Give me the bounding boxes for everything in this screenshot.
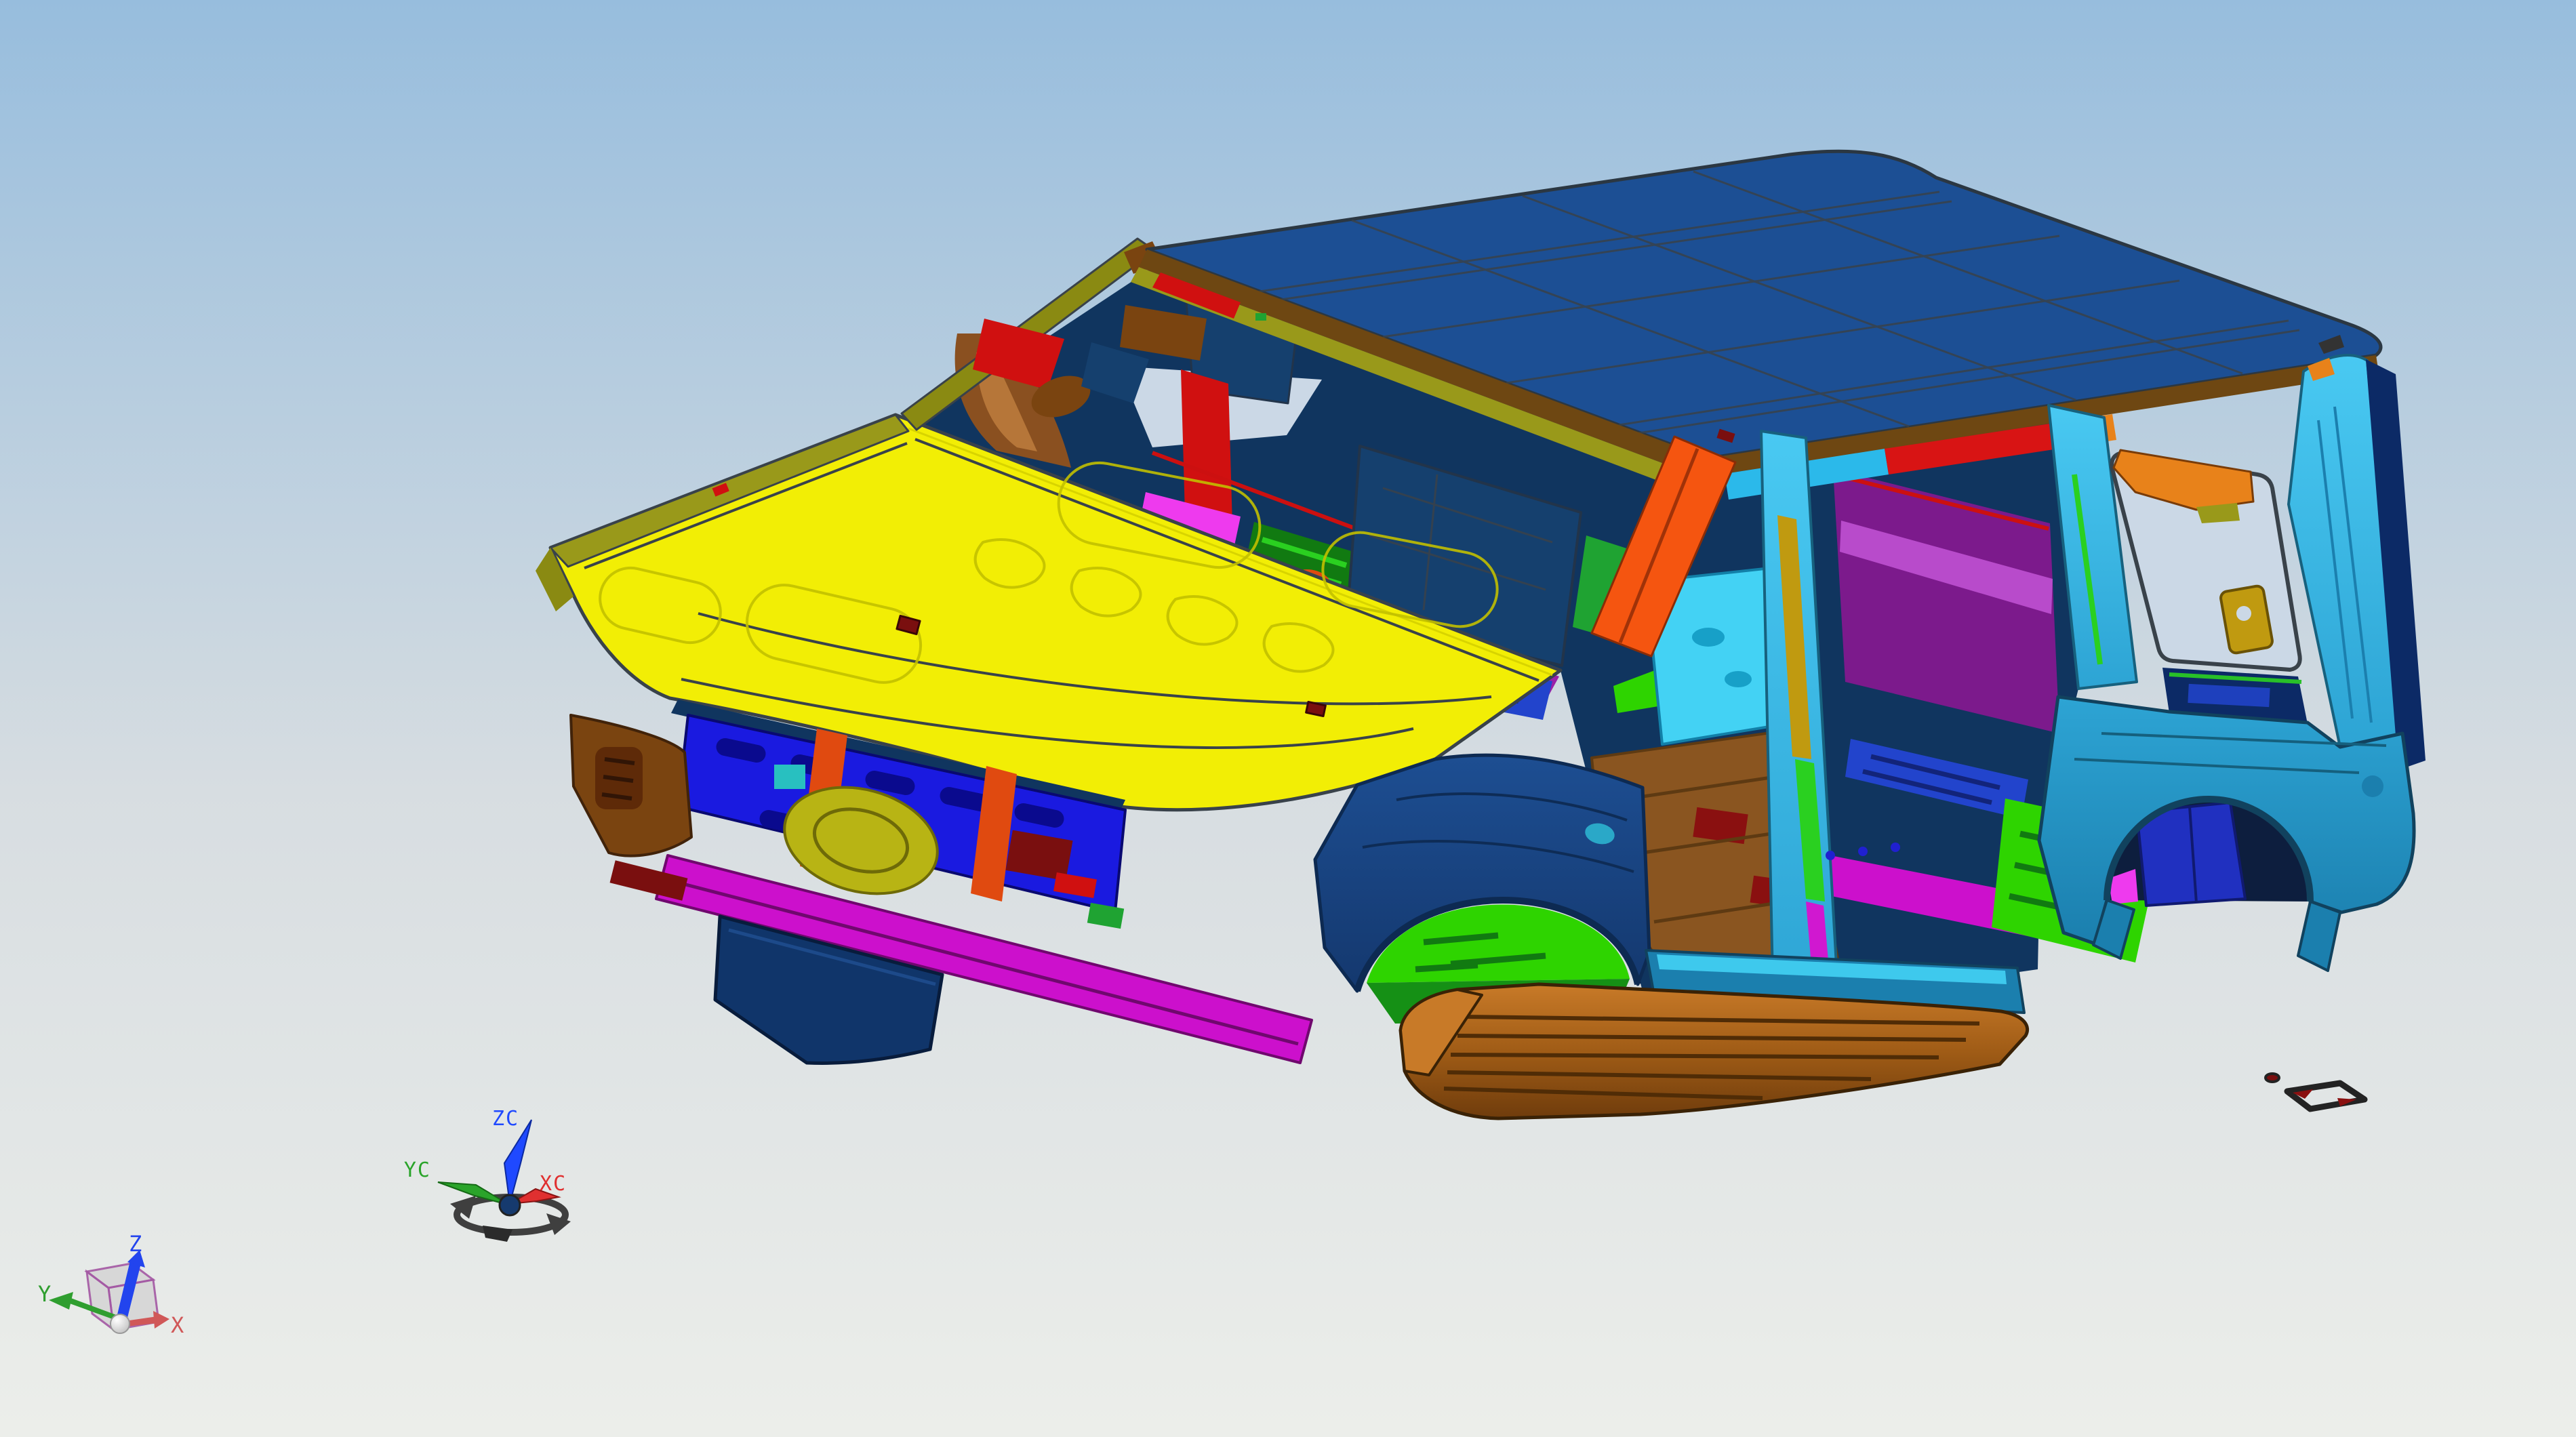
latch-plate-hole bbox=[2236, 606, 2251, 621]
seat-mount bbox=[1692, 628, 1725, 647]
datum-x-label: X bbox=[171, 1312, 185, 1338]
wcs-x-label: XC bbox=[540, 1172, 567, 1196]
apillar-inner-red bbox=[1181, 369, 1232, 525]
hood-clip bbox=[1306, 702, 1326, 716]
graphics-window[interactable]: ZC YC XC Z Y X bbox=[0, 0, 2576, 1437]
loose-clip[interactable] bbox=[2266, 1074, 2279, 1082]
trim-dot bbox=[1858, 847, 1868, 856]
trim-dot bbox=[1826, 851, 1835, 860]
cad-viewport[interactable]: ZC YC XC Z Y X bbox=[0, 0, 2576, 1437]
fuel-filler-mark bbox=[2362, 775, 2383, 797]
seat-mount bbox=[1725, 671, 1752, 687]
header-green-clip bbox=[1255, 313, 1266, 321]
pump-cyan bbox=[774, 765, 805, 789]
wcs-y-label: YC bbox=[404, 1158, 431, 1182]
datum-z-label: Z bbox=[129, 1231, 143, 1257]
datum-origin-ball[interactable] bbox=[110, 1314, 129, 1333]
wcs-origin-ball[interactable] bbox=[500, 1195, 520, 1215]
trim-dot bbox=[1891, 843, 1900, 852]
wcs-z-label: ZC bbox=[492, 1107, 519, 1131]
datum-y-label: Y bbox=[38, 1281, 52, 1307]
